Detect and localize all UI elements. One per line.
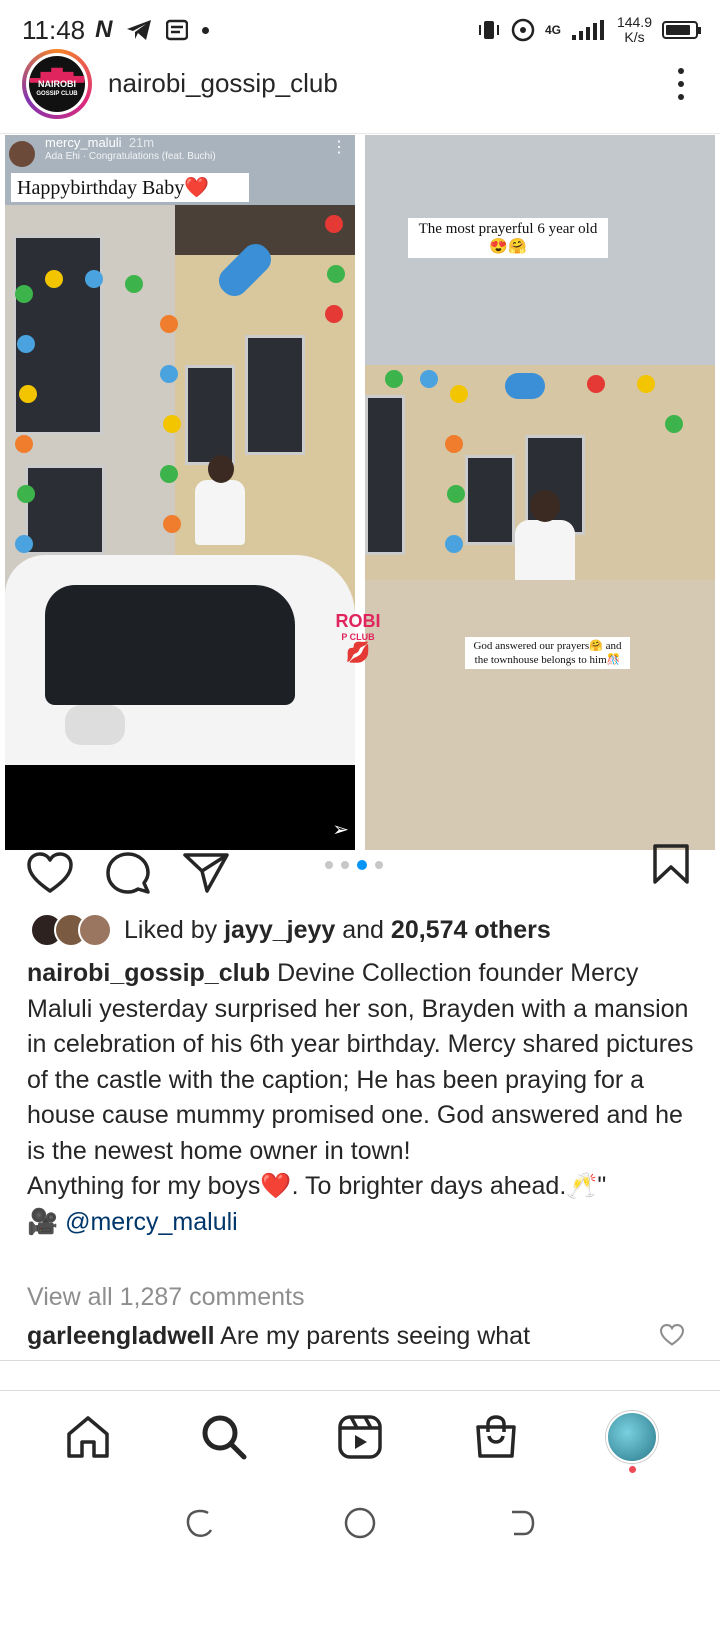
notification-dot bbox=[629, 1466, 636, 1473]
share-button[interactable] bbox=[182, 849, 230, 897]
comment-username[interactable]: garleengladwell bbox=[27, 1322, 215, 1350]
caption-username[interactable]: nairobi_gossip_club bbox=[27, 959, 270, 987]
bottom-tab-bar bbox=[0, 1392, 720, 1482]
tab-reels[interactable] bbox=[330, 1407, 390, 1467]
divider bbox=[0, 1360, 720, 1361]
caption-line2: Anything for my boys❤️. To brighter days… bbox=[27, 1172, 607, 1200]
likes-text: Liked by jayy_jeyy and 20,574 others bbox=[124, 915, 551, 944]
netflix-icon: N bbox=[95, 16, 113, 43]
pagination-dot bbox=[375, 861, 383, 869]
network-speed: 144.9 K/s bbox=[617, 15, 652, 45]
vibrate-icon bbox=[478, 21, 499, 39]
pagination-dot bbox=[357, 860, 367, 870]
liker-avatar bbox=[78, 913, 112, 947]
slide-caption-bottom: God answered our prayers🤗 and the townho… bbox=[465, 637, 630, 669]
post-caption: nairobi_gossip_club Devine Collection fo… bbox=[27, 956, 697, 1240]
pagination-dot bbox=[325, 861, 333, 869]
bookmark-icon bbox=[653, 844, 689, 884]
skyline-icon: ▂▅▇▅▃ bbox=[30, 65, 84, 82]
comment-button[interactable] bbox=[104, 849, 152, 897]
home-icon bbox=[67, 1416, 109, 1458]
watermark: ROBI P CLUB 💋 bbox=[335, 611, 381, 664]
more-dot-icon bbox=[678, 67, 684, 74]
account-avatar[interactable]: ▂▅▇▅▃ NAIROBI GOSSIP CLUB bbox=[22, 48, 92, 119]
view-all-comments-link[interactable]: View all 1,287 comments bbox=[27, 1283, 304, 1312]
comment-icon bbox=[106, 852, 150, 894]
network-speed-value: 144.9 bbox=[616, 14, 652, 30]
hotspot-icon bbox=[511, 18, 535, 42]
home-circle-icon bbox=[344, 1507, 376, 1538]
status-bar: 11:48 N 4G 144.9 K/s bbox=[0, 0, 720, 60]
home-button[interactable] bbox=[343, 1506, 377, 1545]
battery-icon bbox=[662, 21, 701, 39]
status-notification-icons: N bbox=[95, 16, 210, 44]
slide-caption-top: The most prayerful 6 year old 😍🤗 bbox=[408, 218, 608, 258]
child-head bbox=[208, 455, 234, 483]
system-nav-bar bbox=[0, 1485, 720, 1565]
telegram-icon bbox=[127, 20, 152, 40]
story-caption: Happybirthday Baby❤️ bbox=[11, 173, 249, 202]
shop-icon bbox=[476, 1415, 516, 1458]
heart-icon bbox=[659, 1324, 685, 1346]
carousel-pagination bbox=[325, 860, 383, 870]
child-head bbox=[530, 490, 560, 522]
tab-search[interactable] bbox=[194, 1407, 254, 1467]
tab-profile[interactable] bbox=[602, 1407, 662, 1473]
message-icon bbox=[166, 19, 189, 41]
save-button[interactable] bbox=[652, 843, 690, 890]
post-username[interactable]: nairobi_gossip_club bbox=[108, 68, 338, 99]
more-notifications-dot-icon bbox=[202, 26, 210, 34]
logo-text-line2: GOSSIP CLUB bbox=[36, 90, 78, 97]
comment-text: Are my parents seeing what bbox=[220, 1322, 531, 1350]
status-time: 11:48 bbox=[22, 14, 86, 45]
likes-count[interactable]: 20,574 others bbox=[391, 916, 551, 944]
more-options-button[interactable] bbox=[664, 62, 698, 106]
profile-avatar bbox=[606, 1411, 658, 1463]
post-image-left: mercy_maluli 21m Ada Ehi · Congratulatio… bbox=[5, 135, 355, 850]
tab-shop[interactable] bbox=[466, 1407, 526, 1467]
story-more-icon: ⋮ bbox=[331, 139, 347, 156]
signal-icon bbox=[571, 20, 604, 40]
post-header: ▂▅▇▅▃ NAIROBI GOSSIP CLUB nairobi_gossip… bbox=[0, 48, 720, 134]
like-button[interactable] bbox=[26, 849, 74, 897]
post-image-right: The most prayerful 6 year old 😍🤗 God ans… bbox=[365, 135, 715, 850]
post-media-carousel[interactable]: mercy_maluli 21m Ada Ehi · Congratulatio… bbox=[0, 135, 720, 855]
send-icon bbox=[183, 853, 229, 893]
account-logo: ▂▅▇▅▃ NAIROBI GOSSIP CLUB bbox=[29, 55, 85, 112]
liker-username[interactable]: jayy_jeyy bbox=[224, 916, 335, 944]
comment-like-button[interactable] bbox=[659, 1324, 685, 1351]
back-icon bbox=[512, 1510, 535, 1535]
video-camera-icon: 🎥 bbox=[27, 1207, 59, 1236]
more-dot-icon bbox=[678, 80, 684, 87]
likes-row[interactable]: Liked by jayy_jeyy and 20,574 others bbox=[30, 910, 710, 950]
story-username: mercy_maluli 21m bbox=[45, 135, 155, 150]
network-type-label: 4G bbox=[544, 23, 561, 37]
child-figure bbox=[515, 520, 575, 580]
caption-text: Devine Collection founder Mercy Maluli y… bbox=[27, 959, 694, 1165]
recents-icon bbox=[186, 1509, 212, 1537]
back-button[interactable] bbox=[504, 1507, 536, 1544]
pagination-dot bbox=[341, 861, 349, 869]
search-icon bbox=[202, 1415, 247, 1460]
logo-text-line1: NAIROBI bbox=[38, 78, 76, 89]
status-right: 4G 144.9 K/s bbox=[477, 15, 701, 45]
post-actions bbox=[0, 838, 720, 908]
lips-icon: 💋 bbox=[345, 642, 371, 664]
caption-mention-link[interactable]: @mercy_maluli bbox=[65, 1208, 238, 1236]
tab-home[interactable] bbox=[58, 1407, 118, 1467]
story-song: Ada Ehi · Congratulations (feat. Buchi) bbox=[45, 151, 216, 162]
heart-icon bbox=[27, 852, 73, 893]
network-speed-unit: K/s bbox=[624, 29, 645, 45]
reels-icon bbox=[338, 1415, 382, 1459]
divider bbox=[0, 1390, 720, 1391]
comment-preview: garleengladwell Are my parents seeing wh… bbox=[27, 1322, 647, 1356]
story-avatar bbox=[9, 141, 35, 167]
story-overlay: mercy_maluli 21m Ada Ehi · Congratulatio… bbox=[5, 135, 355, 175]
more-dot-icon bbox=[678, 93, 684, 100]
recents-button[interactable] bbox=[184, 1507, 216, 1544]
child-figure bbox=[195, 480, 245, 545]
